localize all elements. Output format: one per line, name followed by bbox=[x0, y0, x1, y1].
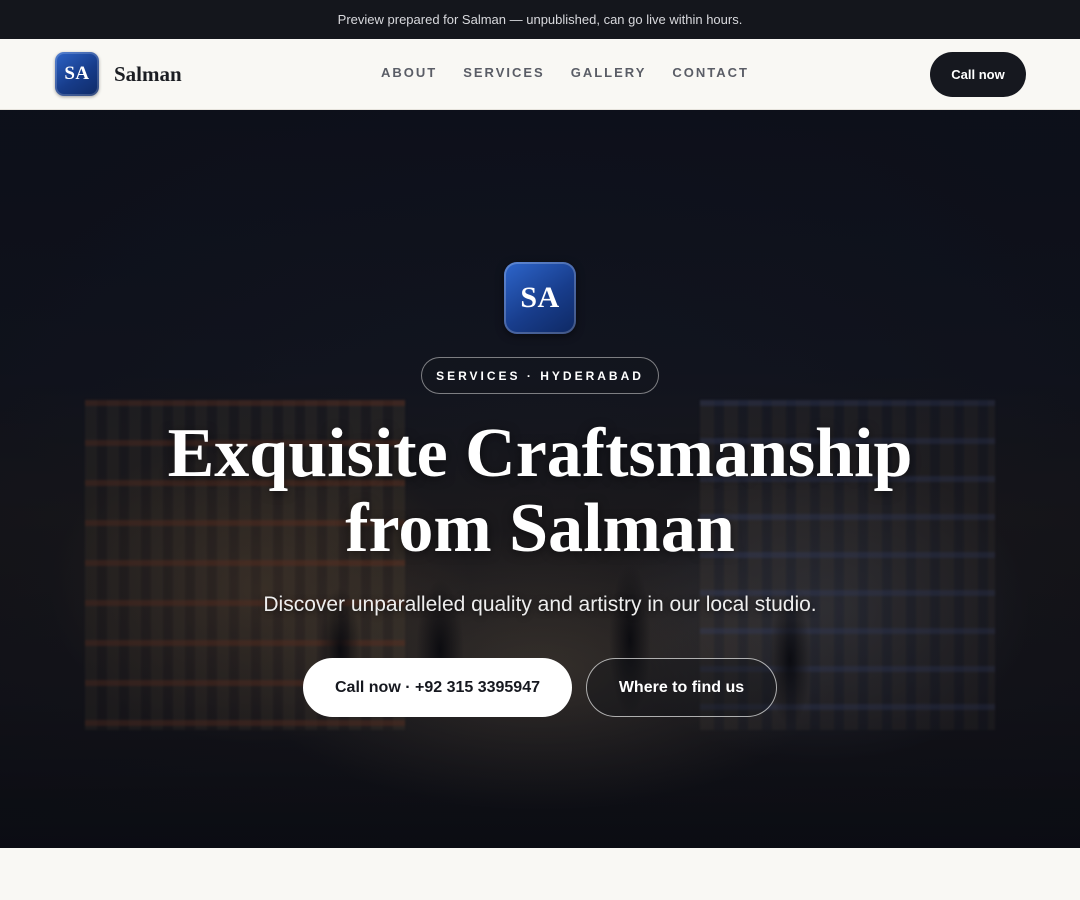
hero-section: SA SERVICES · HYDERABAD Exquisite Crafts… bbox=[0, 110, 1080, 848]
main-nav: ABOUT SERVICES GALLERY CONTACT bbox=[381, 65, 749, 80]
nav-link-about[interactable]: ABOUT bbox=[381, 65, 437, 80]
hero-title-line-2: from Salman bbox=[345, 490, 735, 567]
hero-subtitle: Discover unparalleled quality and artist… bbox=[263, 593, 817, 616]
hero-logo-badge: SA bbox=[504, 262, 576, 334]
hero-eyebrow-pill: SERVICES · HYDERABAD bbox=[421, 357, 659, 394]
logo-initials: SA bbox=[64, 63, 90, 84]
nav-link-contact[interactable]: CONTACT bbox=[672, 65, 749, 80]
hero-title: Exquisite Craftsmanship from Salman bbox=[90, 416, 990, 566]
preview-banner-text: Preview prepared for Salman — unpublishe… bbox=[337, 12, 743, 27]
site-header: SA Salman ABOUT SERVICES GALLERY CONTACT… bbox=[0, 39, 1080, 110]
header-call-button[interactable]: Call now bbox=[930, 52, 1026, 97]
hero-location-button[interactable]: Where to find us bbox=[586, 658, 777, 717]
brand-name[interactable]: Salman bbox=[114, 62, 182, 87]
next-section bbox=[0, 848, 1080, 900]
preview-banner: Preview prepared for Salman — unpublishe… bbox=[0, 0, 1080, 39]
nav-link-services[interactable]: SERVICES bbox=[463, 65, 545, 80]
hero-title-line-1: Exquisite Craftsmanship bbox=[167, 415, 913, 492]
hero-call-button[interactable]: Call now · +92 315 3395947 bbox=[303, 658, 572, 717]
nav-link-gallery[interactable]: GALLERY bbox=[571, 65, 647, 80]
logo-badge[interactable]: SA bbox=[55, 52, 99, 96]
hero-logo-initials: SA bbox=[520, 281, 560, 314]
